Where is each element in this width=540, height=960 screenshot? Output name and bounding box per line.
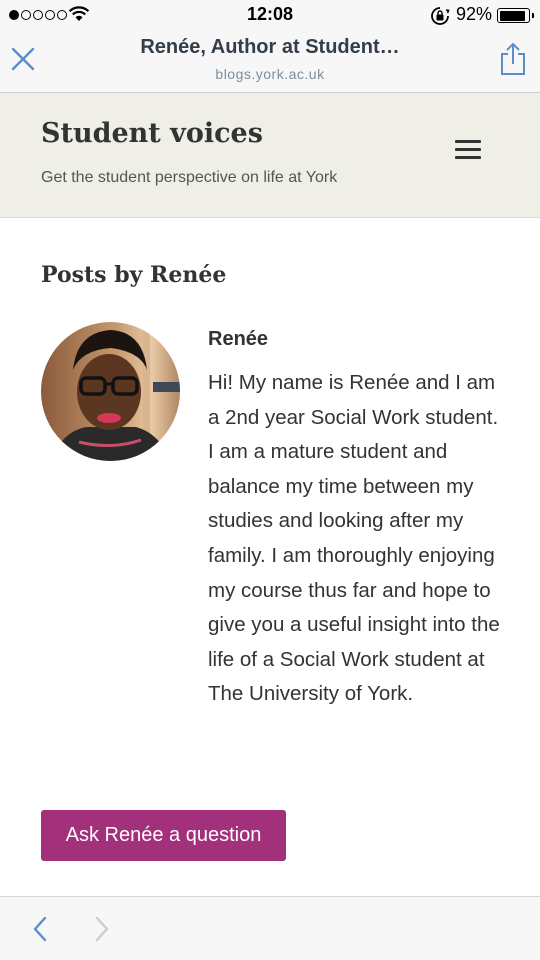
rotation-lock-icon [431,7,450,25]
status-bar: 12:08 92% [0,0,540,30]
site-title[interactable]: Student voices [41,118,263,149]
battery-percentage: 92% [456,4,493,24]
author-name: Renée [208,328,269,350]
site-header: Student voices Get the student perspecti… [0,93,540,218]
page-title[interactable]: Renée, Author at Student… [70,36,470,59]
forward-chevron-icon[interactable] [90,915,114,943]
posts-heading: Posts by Renée [41,262,227,288]
author-avatar [41,322,180,461]
battery-icon [497,8,534,23]
close-icon[interactable] [10,46,36,72]
browser-address-bar: Renée, Author at Student… blogs.york.ac.… [0,30,540,93]
browser-bottom-toolbar [0,896,540,960]
site-tagline: Get the student perspective on life at Y… [41,169,338,186]
ask-question-button[interactable]: Ask Renée a question [41,810,286,861]
page-domain[interactable]: blogs.york.ac.uk [70,66,470,82]
back-chevron-icon[interactable] [28,915,52,943]
hamburger-menu-icon[interactable] [455,140,481,160]
share-icon[interactable] [498,42,528,76]
author-bio: Hi! My name is Renée and I am a 2nd year… [208,371,500,706]
